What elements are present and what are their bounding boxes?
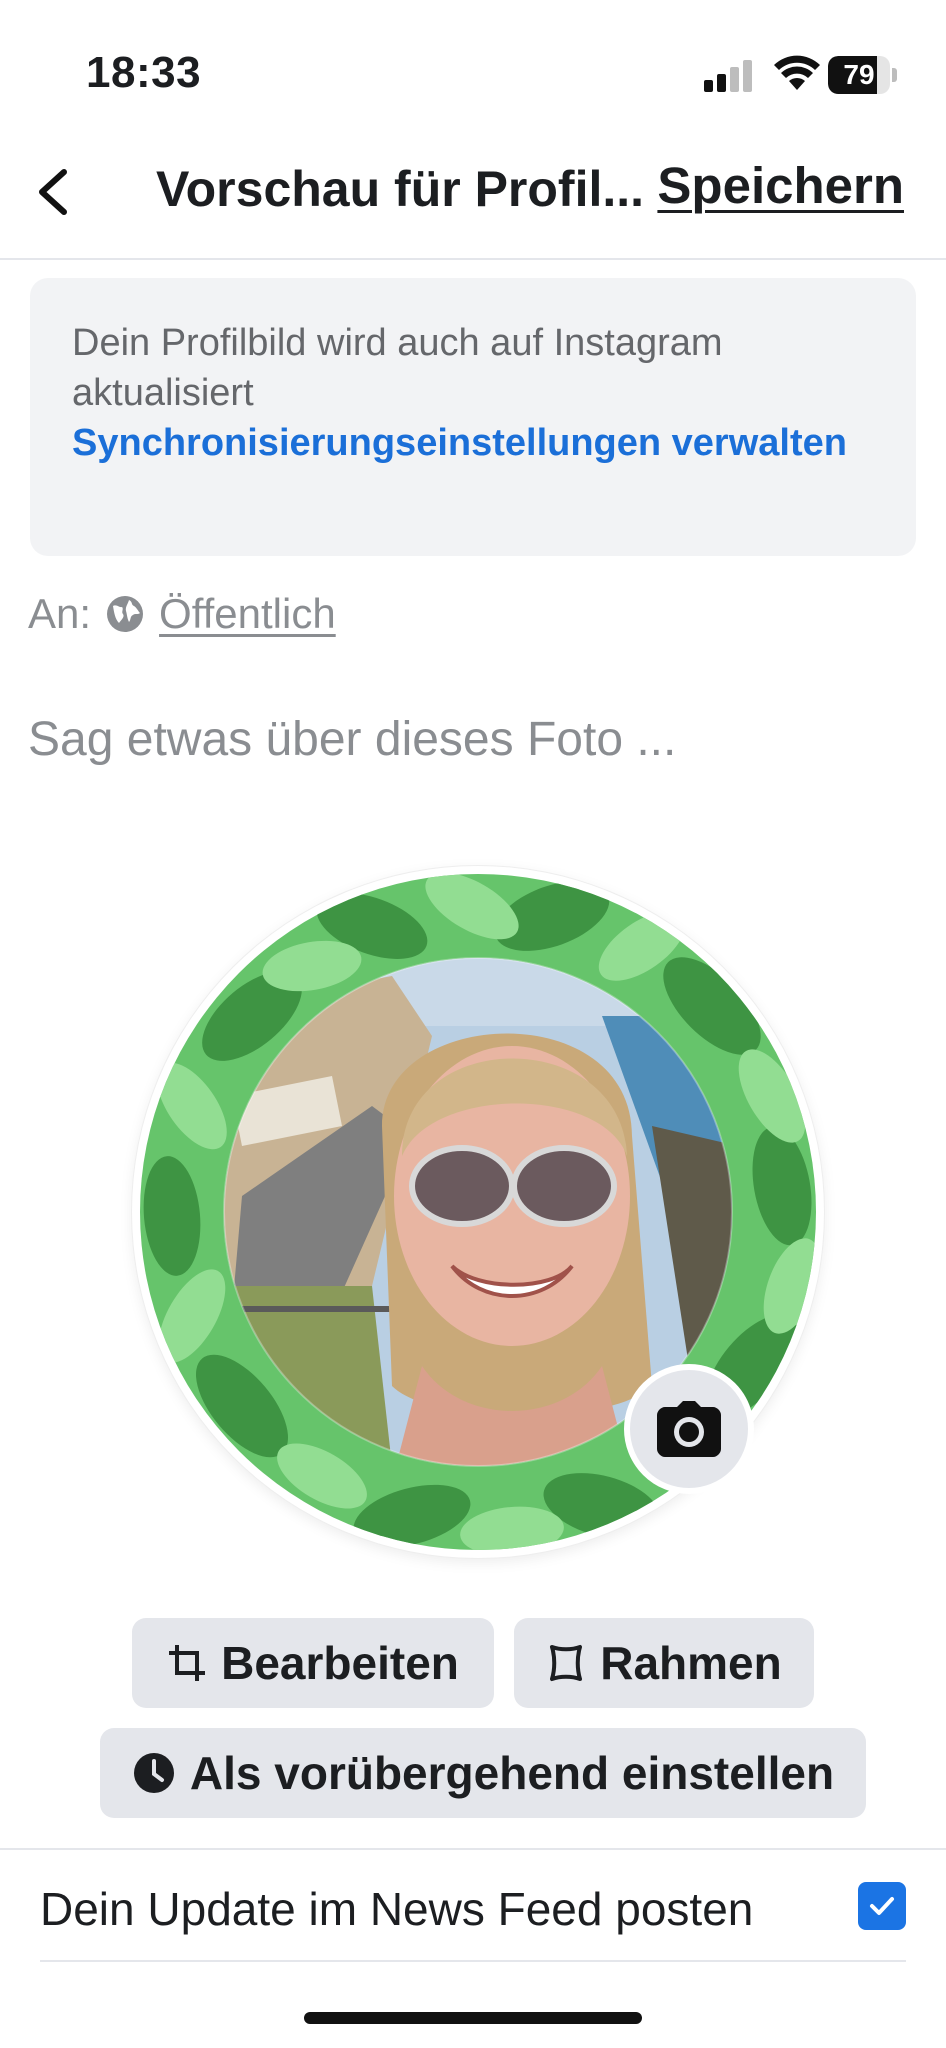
crop-icon — [169, 1645, 206, 1681]
audience-selector[interactable]: An: Öffentlich — [28, 584, 336, 644]
edit-label: Bearbeiten — [221, 1637, 459, 1689]
change-photo-button[interactable] — [624, 1364, 754, 1494]
post-to-feed-row[interactable]: Dein Update im News Feed posten — [40, 1872, 906, 1944]
post-to-feed-checkbox[interactable] — [858, 1882, 906, 1930]
save-button[interactable]: Speichern — [657, 156, 904, 215]
caption-input[interactable]: Sag etwas über dieses Foto ... — [28, 712, 676, 767]
cellular-signal-icon — [704, 60, 752, 92]
audience-label: An: — [28, 590, 92, 637]
post-to-feed-label: Dein Update im News Feed posten — [40, 1883, 754, 1935]
frame-label: Rahmen — [600, 1637, 782, 1689]
clock-icon — [133, 1753, 174, 1793]
page-title: Vorschau für Profil... — [156, 161, 645, 217]
chevron-left-icon[interactable] — [26, 162, 82, 222]
frame-icon — [550, 1645, 583, 1681]
divider — [0, 1848, 946, 1850]
frame-button[interactable]: Rahmen — [514, 1618, 814, 1708]
battery-icon: 79 — [828, 56, 898, 94]
home-indicator — [304, 2012, 642, 2024]
edit-button[interactable]: Bearbeiten — [132, 1618, 494, 1708]
camera-icon — [657, 1401, 721, 1457]
globe-icon — [107, 596, 144, 632]
audience-value[interactable]: Öffentlich — [159, 590, 336, 638]
instagram-sync-notice: Dein Profilbild wird auch auf Instagram … — [30, 278, 916, 556]
wifi-icon — [774, 55, 820, 90]
status-time: 18:33 — [86, 48, 202, 97]
set-temporary-label: Als vorübergehend einstellen — [189, 1747, 835, 1799]
navigation-bar: Vorschau für Profil... Speichern — [0, 140, 946, 260]
set-temporary-button[interactable]: Als vorübergehend einstellen — [100, 1728, 866, 1818]
divider — [40, 1960, 906, 1962]
checkmark-icon — [870, 1897, 894, 1915]
notice-text: Dein Profilbild wird auch auf Instagram … — [72, 322, 723, 414]
status-bar: 18:33 79 — [0, 0, 946, 140]
manage-sync-settings-link[interactable]: Synchronisierungseinstellungen verwalten — [72, 418, 852, 468]
battery-level: 79 — [843, 59, 875, 90]
